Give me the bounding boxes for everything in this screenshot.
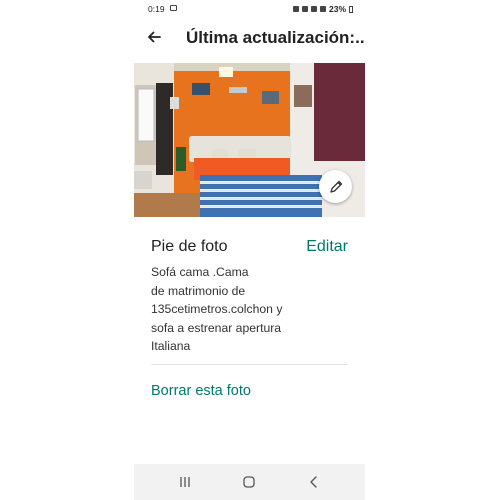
status-bar: 0:19 23% xyxy=(134,0,365,18)
edit-photo-button[interactable] xyxy=(319,170,352,203)
home-icon[interactable] xyxy=(241,474,257,490)
back-chevron-icon[interactable] xyxy=(306,474,322,490)
caption-text: Sofá cama .Cama de matrimonio de 135ceti… xyxy=(151,263,321,356)
caption-heading: Pie de foto xyxy=(151,238,228,255)
battery-percent: 23% xyxy=(328,4,346,14)
back-arrow-icon[interactable] xyxy=(146,29,162,45)
pencil-icon xyxy=(329,180,342,193)
caption-line: Sofá cama .Cama xyxy=(151,265,249,279)
wifi-icon xyxy=(310,6,317,12)
caption-line: 135cetimetros.colchon y xyxy=(151,302,283,316)
recents-icon[interactable] xyxy=(177,474,193,490)
status-indicators: 23% xyxy=(292,4,353,14)
mute-icon xyxy=(301,6,308,12)
signal-icon xyxy=(319,6,326,12)
delete-photo-link[interactable]: Borrar esta foto xyxy=(151,383,251,399)
caption-line: sofa a estrenar apertura xyxy=(151,320,282,335)
caption-line: de matrimonio de xyxy=(151,283,246,298)
screenshot-icon xyxy=(170,5,177,11)
app-bar: Última actualización:... xyxy=(134,22,365,56)
status-time: 0:19 xyxy=(148,4,165,14)
page-title: Última actualización:... xyxy=(186,28,365,47)
alarm-icon xyxy=(292,6,299,12)
edit-caption-link[interactable]: Editar xyxy=(306,238,348,256)
divider xyxy=(151,364,348,365)
system-nav-bar xyxy=(134,464,365,500)
caption-line: Italiana xyxy=(151,339,191,353)
battery-icon xyxy=(349,5,353,13)
phone-screen: 0:19 23% Última actualización:... Pie de… xyxy=(134,0,365,500)
